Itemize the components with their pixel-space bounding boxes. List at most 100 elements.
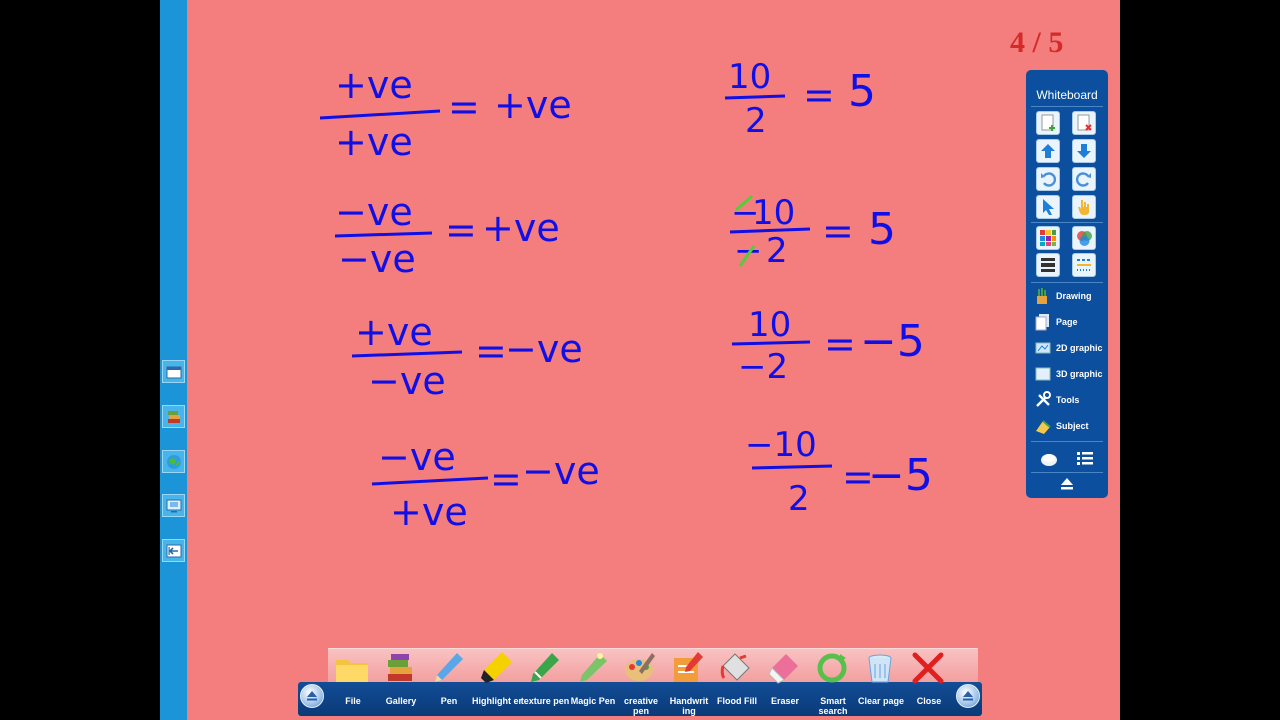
hand-icon [1078,200,1089,215]
rule-2-equals: = [445,208,477,252]
toolbar-file-label: File [345,696,361,706]
line-style-icon [1077,259,1091,271]
example-2: − 10 − 2 = 5 [729,193,896,271]
line-width-icon [1041,258,1055,272]
redo-icon [1076,172,1091,187]
line-style-button[interactable] [1072,253,1096,277]
toolbar-gallery-label: Gallery [385,696,417,706]
color-grid-button[interactable] [1036,226,1060,250]
example-3-result: −5 [860,316,925,367]
rule-4-numerator: −ve [378,435,456,479]
rule-1: +ve +ve = +ve [319,63,572,164]
rule-4-denominator: +ve [390,490,468,534]
eject-icon [307,691,317,701]
menu-tools[interactable]: Tools [1034,389,1108,411]
undo-icon [1041,172,1056,187]
eject-icon [1061,478,1073,490]
example-1-fraction-bar [724,94,786,100]
delete-page-button[interactable] [1072,111,1096,135]
rule-1-numerator: +ve [335,63,413,107]
select-button[interactable] [1036,195,1060,219]
arrow-down-icon [1077,144,1091,158]
subject-icon [1036,420,1051,434]
whiteboard-stage[interactable]: 4 / 5 +ve +ve = +ve −ve −ve = +ve +ve −v… [160,0,1120,720]
rule-2-denominator: −ve [338,237,416,281]
list-view-button[interactable] [1076,450,1094,468]
list-icon [1077,452,1093,465]
menu-page[interactable]: Page [1034,311,1108,333]
hand-button[interactable] [1072,195,1096,219]
rule-2-numerator: −ve [335,190,413,234]
page-icon [1035,314,1049,331]
rule-3-equals: = [475,329,507,373]
page-up-button[interactable] [1036,139,1060,163]
example-1: 10 2 = 5 [724,57,876,141]
example-1-result: 5 [848,66,876,117]
example-4-denominator: 2 [788,479,810,519]
menu-3d-graphic-label: 3D graphic [1056,369,1103,379]
menu-subject[interactable]: Subject [1034,415,1108,437]
close-icon [912,652,944,684]
rule-3: +ve −ve = −ve [351,310,583,403]
rule-3-denominator: −ve [368,359,446,403]
rule-4: −ve +ve = −ve [371,435,600,534]
new-page-icon [1041,114,1055,131]
toolbar-left-eject-button[interactable] [300,684,324,708]
example-1-denominator: 2 [745,101,767,141]
rule-3-numerator: +ve [355,310,433,354]
redo-button[interactable] [1072,167,1096,191]
color-mix-button[interactable] [1072,226,1096,250]
example-1-numerator: 10 [728,57,771,97]
example-2-numerator: 10 [752,193,795,233]
rule-2: −ve −ve = +ve [334,190,560,281]
magic-pen-icon [580,653,607,682]
arrow-cursor-icon [1043,199,1054,215]
panel-separator [1031,106,1103,107]
toolbar-right-eject-button[interactable] [956,684,980,708]
toolbar-close-label: Close [916,696,942,706]
example-4-numerator: −10 [745,425,817,465]
panel-separator [1031,282,1103,283]
toolbar-clear-page-label: Clear page [857,696,905,706]
drawing-icon [1037,288,1047,304]
toolbar-flood-fill-label: Flood Fill [717,696,757,706]
rule-1-equals: = [448,85,480,129]
page-down-button[interactable] [1072,139,1096,163]
toolbar-pen-label: Pen [440,696,458,706]
panel-separator [1031,441,1103,442]
rule-1-fraction-bar [319,109,441,120]
example-3-numerator: 10 [748,305,791,345]
3d-graphic-icon [1035,367,1051,381]
toolbar-highlighter-label: Highlight er [472,696,522,706]
panel-collapse-button[interactable] [1058,476,1076,492]
menu-3d-graphic[interactable]: 3D graphic [1034,363,1108,385]
example-2-equals: = [822,209,854,253]
pen-icon [435,653,463,682]
color-mix-icon [1077,231,1092,246]
example-2-den-sign: − [734,231,763,271]
example-3-equals: = [824,322,856,366]
flood-fill-icon [720,653,750,681]
example-4-result: −5 [868,450,933,501]
eject-icon [963,691,973,701]
example-4: −10 2 = −5 [745,425,933,519]
rule-1-denominator: +ve [335,120,413,164]
eraser-ball-button[interactable] [1040,450,1058,468]
menu-drawing[interactable]: Drawing [1034,285,1108,307]
eraser-icon [768,654,798,684]
whiteboard-panel: Whiteboard Drawing Page 2D graphic 3D gr… [1026,70,1108,498]
new-page-button[interactable] [1036,111,1060,135]
rule-4-equals: = [490,457,522,501]
example-3: 10 −2 = −5 [731,305,925,387]
line-width-button[interactable] [1036,253,1060,277]
highlighter-icon [481,652,512,683]
recycle-bin-icon [868,654,892,683]
rule-4-result: −ve [522,449,600,493]
menu-2d-graphic[interactable]: 2D graphic [1034,337,1108,359]
example-3-fraction-bar [731,340,811,346]
toolbar-magic-pen-label: Magic Pen [570,696,616,706]
undo-button[interactable] [1036,167,1060,191]
texture-pen-icon [531,653,559,682]
2d-graphic-icon [1035,342,1051,354]
example-1-equals: = [803,73,835,117]
